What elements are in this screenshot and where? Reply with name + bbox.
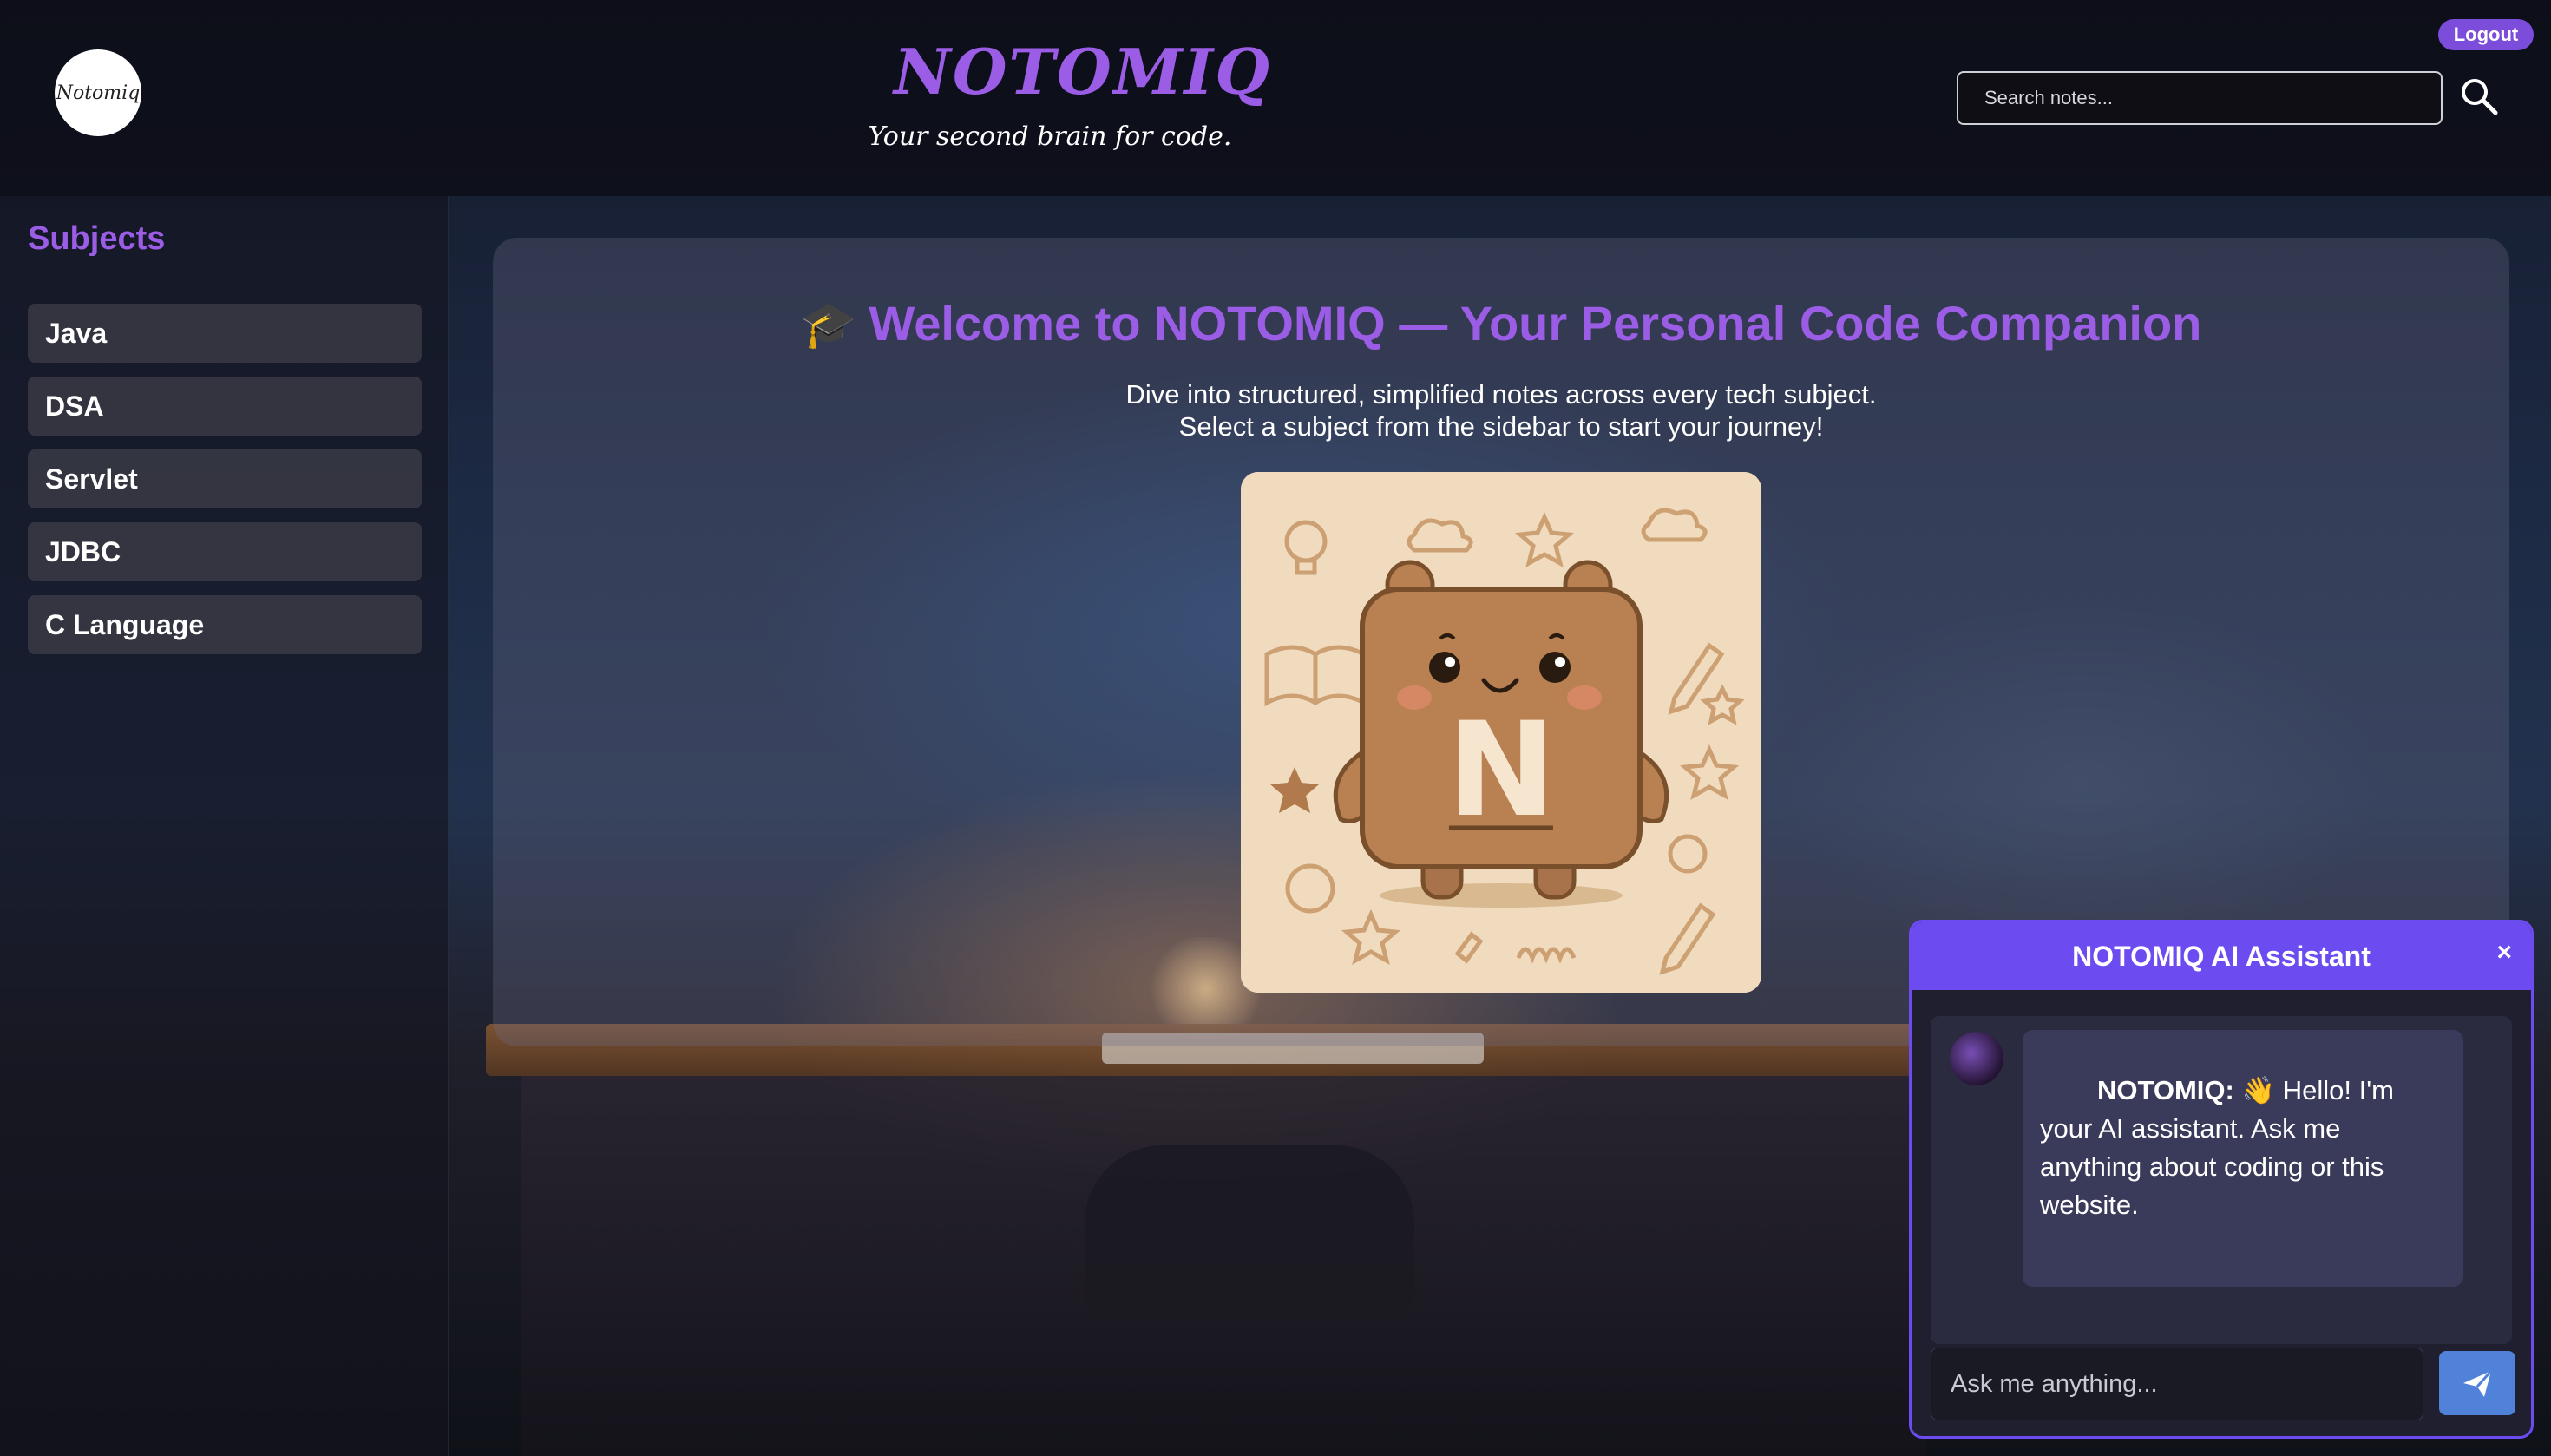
- mascot-illustration: N: [1241, 472, 1761, 993]
- logo[interactable]: Notomiq: [55, 49, 141, 136]
- send-icon: [2463, 1370, 2493, 1397]
- graduation-cap-icon: 🎓: [800, 300, 857, 351]
- sidebar-title: Subjects: [28, 220, 166, 257]
- chat-input[interactable]: [1931, 1348, 2423, 1420]
- chat-widget: NOTOMIQ AI Assistant × NOTOMIQ: 👋 Hello!…: [1909, 920, 2534, 1439]
- logo-text: Notomiq: [56, 82, 141, 104]
- bot-avatar: [1950, 1032, 2003, 1085]
- brand-title: NOTOMIQ: [894, 35, 1271, 108]
- brand-tagline: Your second brain for code.: [868, 121, 1232, 152]
- chat-header: NOTOMIQ AI Assistant ×: [1912, 922, 2531, 990]
- chat-title: NOTOMIQ AI Assistant: [2072, 940, 2371, 972]
- sidebar-item-c-language[interactable]: C Language: [28, 595, 422, 654]
- desk-body: [521, 1076, 1926, 1456]
- chat-messages: NOTOMIQ: 👋 Hello! I'm your AI assistant.…: [1931, 1016, 2512, 1344]
- mascot-letter: N: [1446, 695, 1556, 846]
- sidebar-item-servlet[interactable]: Servlet: [28, 449, 422, 508]
- close-icon[interactable]: ×: [2496, 938, 2512, 967]
- welcome-subtitle: Dive into structured, simplified notes a…: [493, 378, 2509, 443]
- welcome-subtitle-line1: Dive into structured, simplified notes a…: [1125, 379, 1877, 410]
- sidebar: Subjects Java DSA Servlet JDBC C Languag…: [0, 196, 449, 1456]
- bot-name: NOTOMIQ:: [2097, 1075, 2234, 1105]
- welcome-title: 🎓 Welcome to NOTOMIQ — Your Personal Code…: [493, 295, 2509, 351]
- search-icon[interactable]: [2457, 75, 2501, 118]
- welcome-title-text: Welcome to NOTOMIQ — Your Personal Code …: [869, 296, 2202, 351]
- chair: [1085, 1145, 1414, 1319]
- send-button[interactable]: [2439, 1351, 2515, 1415]
- logout-button[interactable]: Logout: [2438, 19, 2534, 50]
- search-input[interactable]: [1957, 71, 2443, 125]
- sidebar-item-java[interactable]: Java: [28, 304, 422, 363]
- sidebar-item-dsa[interactable]: DSA: [28, 377, 422, 436]
- bot-message-bubble: NOTOMIQ: 👋 Hello! I'm your AI assistant.…: [2023, 1030, 2463, 1287]
- top-header: Notomiq NOTOMIQ Your second brain for co…: [0, 0, 2551, 196]
- sidebar-item-jdbc[interactable]: JDBC: [28, 522, 422, 581]
- mascot-image: N: [1241, 472, 1761, 993]
- welcome-subtitle-line2: Select a subject from the sidebar to sta…: [1178, 411, 1824, 442]
